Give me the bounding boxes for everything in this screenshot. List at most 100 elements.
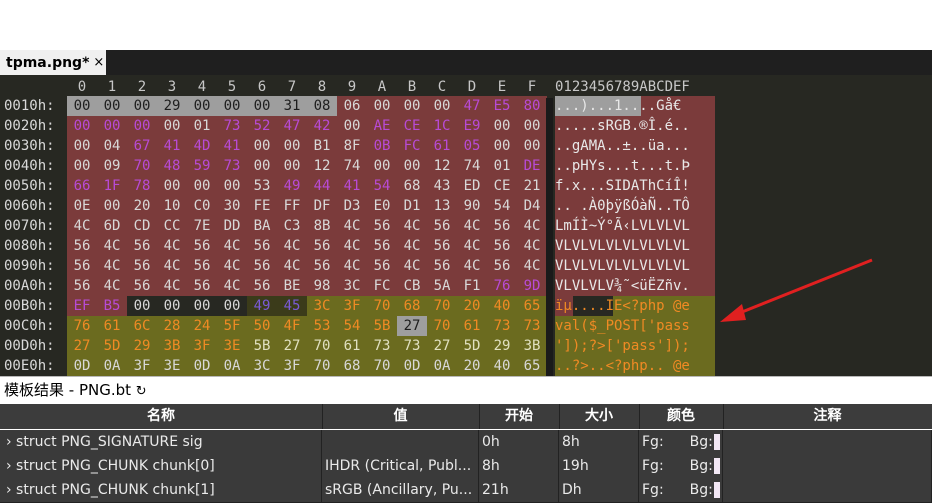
- hex-byte[interactable]: DE: [517, 156, 547, 176]
- hex-byte[interactable]: 50: [247, 316, 277, 336]
- hex-byte[interactable]: 56: [67, 276, 97, 296]
- hex-byte[interactable]: 40: [487, 356, 517, 376]
- hex-byte[interactable]: D4: [517, 196, 547, 216]
- refresh-icon[interactable]: ↻: [136, 384, 147, 399]
- ascii-row[interactable]: LmÍÌ~Ý°Ã‹LVLVLVL: [555, 216, 715, 236]
- hex-byte[interactable]: 00: [97, 96, 127, 116]
- hex-byte[interactable]: 70: [367, 356, 397, 376]
- hex-byte[interactable]: CE: [487, 176, 517, 196]
- col-value[interactable]: 值: [322, 404, 480, 429]
- hex-byte[interactable]: 3C: [307, 296, 337, 316]
- ascii-row[interactable]: .....sRGB.®Î.é..: [555, 116, 715, 136]
- ascii-row[interactable]: VLVLVLVLVLVLVLVL: [555, 236, 715, 256]
- hex-byte[interactable]: 56: [487, 256, 517, 276]
- hex-byte[interactable]: 4C: [157, 276, 187, 296]
- hex-byte[interactable]: 4C: [157, 236, 187, 256]
- hex-byte[interactable]: 6C: [127, 316, 157, 336]
- hex-byte[interactable]: 4C: [457, 256, 487, 276]
- hex-byte[interactable]: 56: [187, 276, 217, 296]
- hex-byte[interactable]: D3: [337, 196, 367, 216]
- hex-byte[interactable]: 00: [157, 176, 187, 196]
- hex-byte[interactable]: 00: [127, 296, 157, 316]
- hex-byte[interactable]: 0A: [217, 356, 247, 376]
- hex-byte[interactable]: 67: [127, 136, 157, 156]
- hex-byte[interactable]: 44: [307, 176, 337, 196]
- hex-byte[interactable]: 9D: [517, 276, 547, 296]
- hex-byte[interactable]: 53: [307, 316, 337, 336]
- hex-byte[interactable]: 56: [307, 236, 337, 256]
- bg-color-swatch[interactable]: [713, 482, 720, 498]
- hex-byte[interactable]: 56: [247, 256, 277, 276]
- col-comment[interactable]: 注释: [723, 404, 932, 429]
- hex-byte[interactable]: 00: [97, 116, 127, 136]
- hex-byte[interactable]: 41: [157, 136, 187, 156]
- hex-byte[interactable]: 68: [397, 176, 427, 196]
- hex-byte[interactable]: 3C: [247, 356, 277, 376]
- hex-byte[interactable]: 06: [337, 96, 367, 116]
- ascii-row[interactable]: val($_POST['pass: [555, 316, 715, 336]
- hex-byte[interactable]: 00: [277, 136, 307, 156]
- hex-byte[interactable]: 5D: [97, 336, 127, 356]
- file-tab[interactable]: tpma.png* ×: [0, 50, 106, 75]
- hex-byte[interactable]: 4C: [67, 216, 97, 236]
- hex-byte[interactable]: 3C: [337, 276, 367, 296]
- hex-byte[interactable]: 12: [427, 156, 457, 176]
- hex-byte[interactable]: 4C: [457, 216, 487, 236]
- hex-byte[interactable]: 5B: [247, 336, 277, 356]
- hex-byte[interactable]: 54: [367, 176, 397, 196]
- hex-byte[interactable]: 00: [397, 156, 427, 176]
- hex-byte[interactable]: E5: [487, 96, 517, 116]
- hex-byte[interactable]: 56: [427, 256, 457, 276]
- hex-byte[interactable]: 76: [67, 316, 97, 336]
- hex-byte[interactable]: 0A: [97, 356, 127, 376]
- hex-byte[interactable]: 74: [457, 156, 487, 176]
- hex-byte[interactable]: 49: [277, 176, 307, 196]
- hex-byte[interactable]: 80: [517, 96, 547, 116]
- hex-byte[interactable]: 43: [427, 176, 457, 196]
- hex-byte[interactable]: 3F: [277, 356, 307, 376]
- hex-byte[interactable]: 1F: [97, 176, 127, 196]
- hex-byte[interactable]: 45: [277, 296, 307, 316]
- hex-byte[interactable]: 00: [157, 116, 187, 136]
- hex-byte[interactable]: 0B: [367, 136, 397, 156]
- bg-color-swatch[interactable]: [713, 434, 720, 450]
- hex-byte[interactable]: 61: [457, 316, 487, 336]
- hex-byte[interactable]: 66: [67, 176, 97, 196]
- hex-byte[interactable]: AE: [367, 116, 397, 136]
- hex-byte[interactable]: 4C: [157, 256, 187, 276]
- hex-byte[interactable]: 56: [247, 276, 277, 296]
- hex-byte[interactable]: 20: [127, 196, 157, 216]
- hex-byte[interactable]: 0D: [67, 356, 97, 376]
- hex-byte[interactable]: 00: [487, 136, 517, 156]
- hex-byte[interactable]: 00: [487, 116, 517, 136]
- hex-byte[interactable]: 56: [127, 256, 157, 276]
- hex-byte[interactable]: 78: [127, 176, 157, 196]
- hex-byte[interactable]: 73: [487, 316, 517, 336]
- hex-byte[interactable]: 4C: [517, 236, 547, 256]
- hex-byte[interactable]: 27: [427, 336, 457, 356]
- hex-byte[interactable]: 00: [157, 296, 187, 316]
- hex-byte[interactable]: 7E: [187, 216, 217, 236]
- hex-byte[interactable]: FE: [247, 196, 277, 216]
- close-icon[interactable]: ×: [93, 55, 104, 70]
- hex-byte[interactable]: 4C: [217, 276, 247, 296]
- results-row[interactable]: › struct PNG_SIGNATURE sig 0h 8h Fg: Bg:: [0, 430, 932, 455]
- hex-byte[interactable]: 00: [187, 176, 217, 196]
- hex-byte[interactable]: 5F: [217, 316, 247, 336]
- hex-byte[interactable]: 4C: [517, 256, 547, 276]
- hex-byte[interactable]: 3B: [517, 336, 547, 356]
- hex-byte[interactable]: E0: [367, 196, 397, 216]
- hex-byte[interactable]: B1: [307, 136, 337, 156]
- hex-byte[interactable]: 00: [67, 156, 97, 176]
- hex-byte[interactable]: 73: [367, 336, 397, 356]
- hex-byte[interactable]: 98: [307, 276, 337, 296]
- hex-byte[interactable]: 00: [367, 156, 397, 176]
- hex-editor[interactable]: 0123456789ABCDEF 0123456789ABCDEF 0010h:…: [0, 75, 932, 376]
- hex-byte[interactable]: 49: [247, 296, 277, 316]
- hex-byte[interactable]: 20: [457, 356, 487, 376]
- hex-byte[interactable]: 68: [337, 356, 367, 376]
- hex-byte[interactable]: 4C: [97, 236, 127, 256]
- hex-byte[interactable]: CB: [397, 276, 427, 296]
- hex-byte[interactable]: 29: [127, 336, 157, 356]
- hex-byte[interactable]: 4C: [457, 236, 487, 256]
